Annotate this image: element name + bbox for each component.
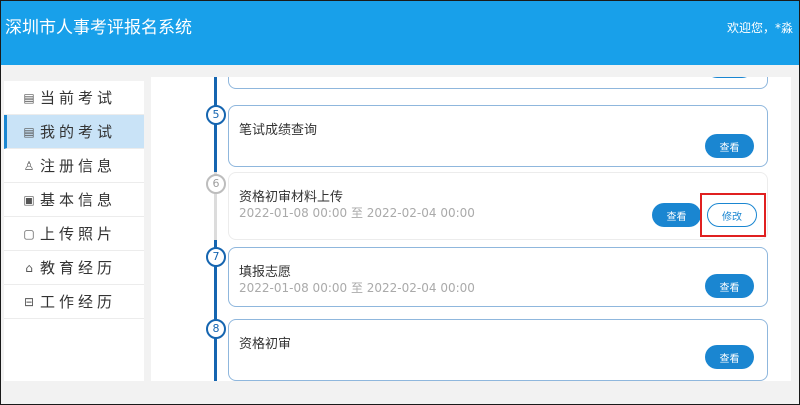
app-title: 深圳市人事考评报名系统 <box>5 18 192 38</box>
view-button[interactable]: 查看 <box>705 345 754 369</box>
step-title: 资格初审 <box>239 337 292 352</box>
document-icon: ▤ <box>23 90 35 105</box>
sidebar-item-current-exam[interactable]: ▤ 当前考试 <box>4 81 144 115</box>
view-button[interactable]: 查看 <box>705 134 754 158</box>
document-icon: ▤ <box>23 124 35 139</box>
main-content[interactable]: 5 笔试成绩查询 查看 6 资格初审材料上传 2022-01-08 00:00 … <box>151 77 791 381</box>
sidebar-item-registration-info[interactable]: ♙ 注册信息 <box>4 149 144 183</box>
step-date-range: 2022-01-08 00:00 至 2022-02-04 00:00 <box>239 206 475 220</box>
step-number-8: 8 <box>206 319 226 339</box>
step-title: 填报志愿 <box>239 265 292 280</box>
step-title: 资格初审材料上传 <box>239 190 344 205</box>
step-number-7: 7 <box>206 247 226 267</box>
app-frame: 深圳市人事考评报名系统 欢迎您，*淼 ▤ 当前考试 ▤ 我的考试 ♙ 注册信息 … <box>0 0 800 405</box>
graduation-cap-icon: ⌂ <box>25 260 33 275</box>
sidebar-item-label: 当前考试 <box>40 89 117 107</box>
footer-space <box>1 381 799 404</box>
top-header: 深圳市人事考评报名系统 欢迎您，*淼 <box>1 1 799 65</box>
user-icon: ♙ <box>23 158 35 173</box>
step-title: 笔试成绩查询 <box>239 123 318 138</box>
step-number-6: 6 <box>206 174 226 194</box>
view-button[interactable] <box>705 77 754 78</box>
step-card-5: 笔试成绩查询 查看 <box>228 105 768 167</box>
photo-icon: ▢ <box>23 226 35 241</box>
step-card-6: 资格初审材料上传 2022-01-08 00:00 至 2022-02-04 0… <box>228 172 768 240</box>
step-date-range: 2022-01-08 00:00 至 2022-02-04 00:00 <box>239 281 475 295</box>
sidebar-item-basic-info[interactable]: ▣ 基本信息 <box>4 183 144 217</box>
id-card-icon: ▣ <box>23 192 35 207</box>
sidebar-item-education[interactable]: ⌂ 教育经历 <box>4 251 144 285</box>
step-card-8: 资格初审 查看 <box>228 319 768 381</box>
step-card-previous <box>228 77 768 89</box>
highlight-box <box>700 193 766 237</box>
sidebar-item-label: 上传照片 <box>40 225 117 243</box>
sidebar-item-work-experience[interactable]: ⊟ 工作经历 <box>4 285 144 319</box>
view-button[interactable]: 查看 <box>652 203 701 227</box>
briefcase-icon: ⊟ <box>23 294 35 309</box>
step-card-7: 填报志愿 2022-01-08 00:00 至 2022-02-04 00:00… <box>228 247 768 307</box>
sidebar-item-label: 基本信息 <box>40 191 117 209</box>
sidebar-item-upload-photo[interactable]: ▢ 上传照片 <box>4 217 144 251</box>
sidebar-item-label: 注册信息 <box>40 157 117 175</box>
sidebar-item-label: 我的考试 <box>40 123 117 141</box>
step-number-5: 5 <box>206 105 226 125</box>
welcome-text: 欢迎您，*淼 <box>726 21 793 35</box>
sidebar-item-label: 工作经历 <box>40 293 117 311</box>
sidebar-item-my-exam[interactable]: ▤ 我的考试 <box>4 115 144 149</box>
view-button[interactable]: 查看 <box>705 274 754 298</box>
sidebar-item-label: 教育经历 <box>40 259 117 277</box>
sidebar: ▤ 当前考试 ▤ 我的考试 ♙ 注册信息 ▣ 基本信息 ▢ 上传照片 ⌂ 教育经… <box>4 81 144 381</box>
